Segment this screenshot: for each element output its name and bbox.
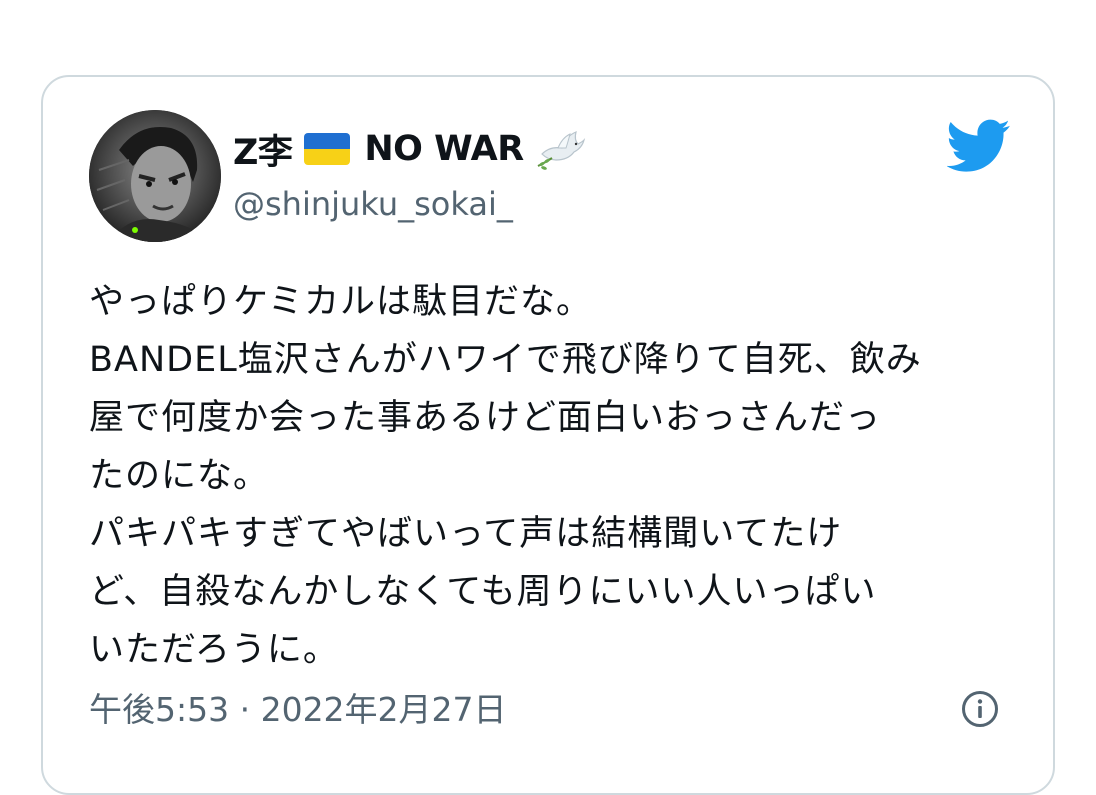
tweet-card[interactable]: Z李 NO WAR @shinjuku_sokai_ やっぱりケミカルは駄目だな… — [41, 75, 1055, 795]
tweet-line: 屋で何度か会った事あるけど面白いおっさんだっ — [89, 398, 882, 438]
twitter-bird-icon[interactable] — [947, 119, 1011, 173]
avatar[interactable] — [89, 110, 221, 242]
tweet-timestamp[interactable]: 午後5:53 · 2022年2月27日 — [89, 683, 507, 731]
info-icon[interactable] — [961, 690, 999, 728]
author-name-row[interactable]: Z李 NO WAR — [233, 125, 586, 173]
author-name[interactable]: Z李 — [233, 124, 293, 175]
author-handle[interactable]: @shinjuku_sokai_ — [233, 185, 513, 223]
tweet-line: やっぱりケミカルは駄目だな。 — [89, 282, 592, 322]
tweet-line: たのにな。 — [89, 456, 270, 496]
dove-icon — [537, 131, 585, 170]
tweet-line: いただろうに。 — [89, 630, 339, 670]
tweet-line: パキパキすぎてやばいって声は結構聞いてたけ — [89, 514, 843, 554]
tweet-text: やっぱりケミカルは駄目だな。 BANDEL塩沢さんがハワイで飛び降りて自死、飲み… — [89, 273, 1029, 679]
tweet-line: BANDEL塩沢さんがハワイで飛び降りて自死、飲み — [89, 340, 922, 380]
tweet-line: ど、自殺なんかしなくても周りにいい人いっぱい — [89, 572, 877, 612]
ukraine-flag-icon — [304, 133, 351, 165]
author-name-suffix[interactable]: NO WAR — [364, 129, 524, 169]
